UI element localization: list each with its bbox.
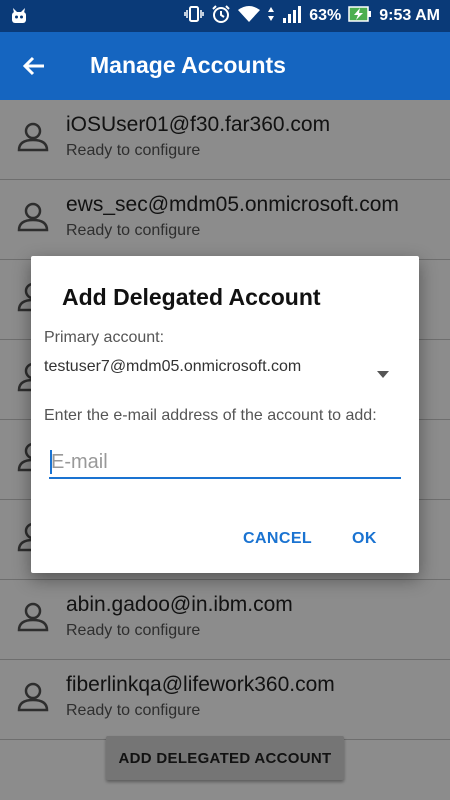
wifi-icon [238,5,261,28]
vibrate-icon [184,5,204,28]
status-bar: 63% 9:53 AM [0,0,450,32]
page-title: Manage Accounts [90,52,286,78]
cancel-button[interactable]: CANCEL [237,526,318,552]
email-input[interactable] [49,449,401,479]
back-arrow-icon[interactable] [20,52,48,80]
signal-icon [282,5,302,28]
text-cursor [50,450,52,474]
battery-percent: 63% [309,7,342,24]
battery-charging-icon [348,5,372,28]
add-delegated-account-dialog: Add Delegated Account Primary account: t… [31,256,419,573]
android-notification-icon [10,7,28,30]
ok-button[interactable]: OK [346,526,383,552]
dropdown-arrow-icon [377,366,389,378]
primary-account-value: testuser7@mdm05.onmicrosoft.com [44,358,302,375]
primary-account-label: Primary account: [44,329,165,346]
email-instruction-label: Enter the e-mail address of the account … [44,407,377,424]
primary-account-dropdown[interactable]: testuser7@mdm05.onmicrosoft.com [44,358,389,384]
app-bar: Manage Accounts [0,32,450,100]
data-arrows-icon [267,6,275,27]
clock-time: 9:53 AM [379,7,440,24]
dialog-title: Add Delegated Account [62,284,321,310]
alarm-icon [211,4,231,29]
